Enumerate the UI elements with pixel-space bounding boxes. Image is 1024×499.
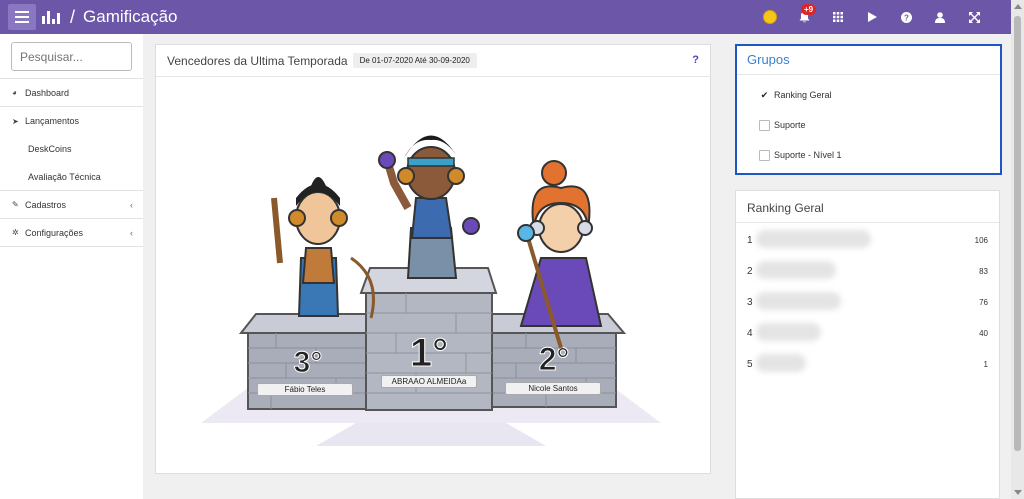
group-option-label: Ranking Geral: [774, 90, 832, 100]
ranking-name-blurred: [756, 323, 821, 341]
chevron-left-icon: ‹: [130, 199, 133, 210]
help-button[interactable]: ?: [889, 0, 923, 34]
search-input[interactable]: [11, 42, 132, 71]
podium-third-name: Fábio Teles: [257, 383, 353, 396]
page-scrollbar[interactable]: [1011, 0, 1024, 499]
podium-second-place-number: 2°: [539, 341, 570, 377]
ranking-position: 5: [747, 359, 753, 370]
sidebar-item-label: Configurações: [25, 227, 84, 238]
grid-icon: [833, 12, 843, 22]
ranking-name-blurred: [756, 261, 836, 279]
group-checkbox-checked[interactable]: ✔: [759, 89, 770, 101]
podium-third-place-number: 3°: [294, 346, 323, 379]
podium-first-place-number: 1°: [410, 331, 448, 375]
sidebar-item-lancamentos[interactable]: ➤ Lançamentos: [0, 107, 143, 135]
podium-first-name: ABRAAO ALMEIDAa: [381, 375, 477, 388]
group-option-label: Suporte - Nível 1: [774, 150, 842, 160]
ranking-row[interactable]: 5 1: [736, 349, 999, 380]
ranking-points: 40: [979, 329, 988, 338]
ranking-card: Ranking Geral 1 106 2 83 3 76 4 40 5 1: [735, 190, 1000, 499]
help-link[interactable]: ?: [692, 54, 699, 66]
dashboard-icon: ◕: [12, 88, 17, 97]
sidebar-nav: ◕ Dashboard ➤ Lançamentos DeskCoins Aval…: [0, 78, 143, 247]
sidebar-item-deskcoins[interactable]: DeskCoins: [0, 135, 143, 163]
notification-badge: +9: [801, 4, 817, 15]
group-checkbox[interactable]: [759, 149, 770, 161]
sidebar-item-avaliacao-tecnica[interactable]: Avaliação Técnica: [0, 163, 143, 191]
group-option-suporte[interactable]: Suporte: [737, 110, 1000, 140]
second-place-mage-avatar: [517, 160, 603, 349]
ranking-position: 4: [747, 328, 753, 339]
user-button[interactable]: [923, 0, 957, 34]
groups-card-title: Grupos: [737, 46, 1000, 75]
sidebar: ◕ Dashboard ➤ Lançamentos DeskCoins Aval…: [0, 34, 143, 499]
podium-second-name: Nicole Santos: [505, 382, 601, 395]
ranking-position: 2: [747, 266, 753, 277]
apps-grid-button[interactable]: [821, 0, 855, 34]
sidebar-item-label: Dashboard: [25, 87, 70, 98]
ranking-row[interactable]: 4 40: [736, 318, 999, 349]
expand-icon: [968, 11, 980, 23]
sidebar-item-label: DeskCoins: [28, 144, 72, 154]
hamburger-menu-button[interactable]: [8, 4, 36, 30]
ranking-name-blurred: [756, 354, 806, 372]
winners-card-header: Vencedores da Ultima Temporada De 01-07-…: [156, 45, 710, 77]
season-date-range: De 01-07-2020 Até 30-09-2020: [352, 53, 477, 68]
ranking-row[interactable]: 3 76: [736, 287, 999, 318]
sidebar-item-dashboard[interactable]: ◕ Dashboard: [0, 79, 143, 107]
scroll-down-arrow-icon[interactable]: [1014, 490, 1022, 495]
scroll-up-arrow-icon[interactable]: [1014, 4, 1022, 9]
paper-plane-icon: ➤: [12, 116, 19, 126]
fullscreen-button[interactable]: [957, 0, 991, 34]
deskcoin-button[interactable]: [753, 0, 787, 34]
ranking-card-title: Ranking Geral: [736, 191, 999, 223]
winners-card-title: Vencedores da Ultima Temporada: [167, 53, 348, 68]
page-title: Gamificação: [83, 7, 178, 26]
ranking-points: 83: [979, 267, 988, 276]
sidebar-item-label: Lançamentos: [25, 116, 80, 126]
play-icon: [867, 12, 877, 22]
question-circle-icon: ?: [900, 11, 912, 23]
svg-text:?: ?: [904, 13, 909, 22]
sidebar-item-cadastros[interactable]: ✎ Cadastros ‹: [0, 191, 143, 219]
group-option-label: Suporte: [774, 120, 806, 130]
gear-icon: ✲: [12, 228, 19, 237]
group-option-ranking-geral[interactable]: ✔ Ranking Geral: [737, 80, 1000, 110]
first-place-warrior-avatar: [378, 135, 480, 279]
coin-icon: [763, 10, 777, 24]
chevron-left-icon: ‹: [130, 227, 133, 238]
sidebar-item-label: Cadastros: [25, 199, 67, 210]
notifications-button[interactable]: +9: [787, 0, 821, 34]
play-button[interactable]: [855, 0, 889, 34]
ranking-row[interactable]: 1 106: [736, 225, 999, 256]
winners-podium: 3° 1° 2° Fábio Teles ABRAAO ALMEIDAa Nic…: [156, 78, 710, 474]
scroll-thumb[interactable]: [1014, 16, 1021, 451]
group-option-suporte-nivel-1[interactable]: Suporte - Nível 1: [737, 140, 1000, 170]
ranking-points: 76: [979, 298, 988, 307]
podium-front-shadow: [316, 423, 546, 446]
third-place-archer-avatar: [271, 177, 375, 319]
ranking-position: 1: [747, 235, 753, 246]
edit-icon: ✎: [12, 200, 19, 209]
sidebar-item-label: Avaliação Técnica: [28, 171, 101, 182]
group-checkbox[interactable]: [759, 119, 770, 131]
breadcrumb-separator: /: [70, 6, 76, 27]
user-icon: [935, 11, 945, 23]
groups-card: Grupos ✔ Ranking Geral Suporte Suporte -…: [735, 44, 1002, 175]
ranking-points: 1: [983, 360, 988, 369]
ranking-points: 106: [974, 236, 988, 245]
winners-card: Vencedores da Ultima Temporada De 01-07-…: [155, 44, 711, 474]
top-navbar: / Gamificação +9 ?: [0, 0, 1011, 34]
app-logo-icon[interactable]: [42, 10, 60, 24]
ranking-position: 3: [747, 297, 753, 308]
sidebar-item-configuracoes[interactable]: ✲ Configurações ‹: [0, 219, 143, 247]
ranking-name-blurred: [756, 230, 871, 248]
ranking-row[interactable]: 2 83: [736, 256, 999, 287]
ranking-name-blurred: [756, 292, 841, 310]
podium-illustration: 3° 1° 2°: [201, 135, 661, 446]
